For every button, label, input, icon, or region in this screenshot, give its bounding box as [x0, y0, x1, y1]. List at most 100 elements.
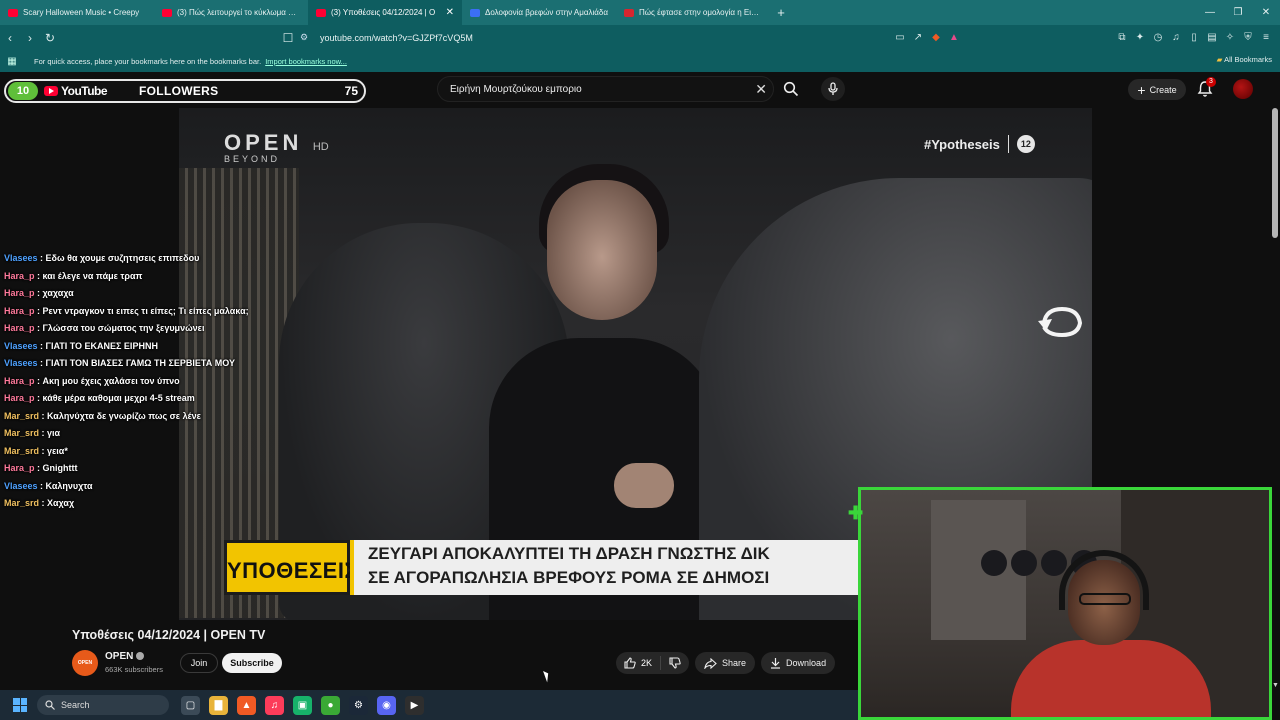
address-bar[interactable]: ⚙ youtube.com/watch?v=GJZPf7cVQ5M	[300, 28, 980, 47]
windows-taskbar: Search ▢ ▇ ▲ ♫ ▣ ● ⚙ ◉ ▶	[0, 690, 858, 720]
windows-start-icon[interactable]	[13, 698, 27, 712]
chat-username: Mar_srd	[4, 428, 40, 438]
brave-browser-icon[interactable]: ▲	[237, 695, 256, 715]
notifications-button[interactable]: 3	[1197, 77, 1216, 98]
share-page-icon[interactable]: ↗	[912, 32, 924, 44]
discord-icon[interactable]: ◉	[377, 695, 396, 715]
search-icon	[45, 700, 55, 710]
task-view-icon[interactable]: ▢	[181, 695, 200, 715]
vpn-icon[interactable]: ⛨	[1242, 32, 1254, 44]
chat-username: Vlasees	[4, 480, 38, 491]
chat-username: Hara_p	[4, 375, 35, 386]
menu-icon[interactable]: ≡	[1260, 32, 1272, 44]
brave-rewards-icon[interactable]: ▲	[948, 32, 960, 44]
open-logo-text: OPEN	[224, 130, 303, 155]
search-input[interactable]	[450, 83, 740, 95]
reload-icon[interactable]: ↻	[40, 31, 60, 45]
clear-search-icon[interactable]: ✕	[755, 81, 767, 98]
youtube-wordmark: YouTube	[61, 84, 108, 98]
channel-avatar[interactable]: OPEN	[72, 650, 98, 676]
minimize-icon[interactable]: —	[1196, 7, 1224, 18]
video-title: Υποθέσεις 04/12/2024 | OPEN TV	[72, 628, 266, 642]
like-button[interactable]: 2K	[616, 656, 662, 670]
url-text: youtube.com/watch?v=GJZPf7cVQ5M	[320, 32, 473, 43]
history-icon[interactable]: ◷	[1152, 32, 1164, 44]
cast-icon[interactable]: ▭	[894, 32, 906, 44]
steam-icon[interactable]: ⚙	[349, 695, 368, 715]
browser-tab[interactable]: Δολοφονία βρεφών στην Αμαλιάδα	[462, 0, 616, 25]
chat-text: Γλώσσα του σώματος την ξεγυμνώνει	[42, 323, 205, 333]
search-button[interactable]	[778, 77, 804, 101]
show-hashtag: #Ypotheseis 12	[924, 135, 1035, 153]
channel-watermark: OPEN HD BEYOND	[224, 130, 329, 164]
microphone-icon	[828, 82, 838, 95]
music-app-icon[interactable]: ♫	[265, 695, 284, 715]
thumbs-up-icon	[624, 657, 636, 669]
file-explorer-icon[interactable]: ▇	[209, 695, 228, 715]
browser-tab[interactable]: Scary Halloween Music • Creepy	[0, 0, 154, 25]
bookmarks-hint: For quick access, place your bookmarks h…	[34, 56, 262, 66]
wallet-icon[interactable]: ▤	[1206, 32, 1218, 44]
tab-favicon-icon	[624, 8, 634, 17]
chat-text: χαχαχα	[42, 288, 74, 298]
chat-text: Ακη μου έχεις χαλάσει τον ύπνο	[42, 375, 180, 386]
channel-name: OPEN	[105, 651, 134, 662]
close-icon[interactable]: ✕	[1252, 7, 1280, 18]
tab-favicon-icon	[8, 8, 18, 17]
chat-username: Hara_p	[4, 288, 35, 298]
verified-icon	[136, 652, 145, 660]
glasses	[1079, 593, 1131, 605]
extensions-icon[interactable]: ⧉	[1116, 32, 1128, 44]
page-scrollbar[interactable]	[1272, 108, 1278, 238]
browser-tab[interactable]: Πώς έφτασε στην ομολογία η Ειρήν	[616, 0, 770, 25]
restore-icon[interactable]: ❐	[1224, 7, 1252, 18]
chat-text: Εδω θα χουμε συζητησεις επιπεδου	[45, 253, 200, 263]
xbox-app-icon[interactable]: ▣	[293, 695, 312, 715]
subscribe-button[interactable]: Subscribe	[222, 653, 282, 673]
tab-label: (3) Υποθέσεις 04/12/2024 | O	[331, 8, 436, 17]
bookmarks-bar: ▦ For quick access, place your bookmarks…	[0, 50, 1280, 72]
scroll-down-icon[interactable]: ▼	[1272, 682, 1279, 689]
video-actions: 2K Share Download	[616, 652, 836, 674]
site-info-icon[interactable]: ⚙	[300, 32, 312, 43]
all-bookmarks-label: All Bookmarks	[1224, 55, 1272, 64]
media-icon[interactable]: ♫	[1170, 32, 1182, 44]
download-button[interactable]: Download	[761, 652, 836, 674]
import-bookmarks-link[interactable]: Import bookmarks now...	[265, 57, 347, 66]
dislike-button[interactable]	[661, 656, 689, 670]
like-dislike-group: 2K	[616, 652, 690, 674]
create-button[interactable]: + Create	[1128, 79, 1186, 100]
window-controls: — ❐ ✕	[1196, 0, 1280, 25]
account-avatar[interactable]	[1233, 79, 1253, 99]
voice-search-button[interactable]	[821, 77, 845, 101]
leo-icon[interactable]: ✧	[1224, 32, 1236, 44]
news-lower-third: ΥΠΟΘΕΣΕΙΣ ΖΕΥΓΑΡΙ ΑΠΟΚΑΛΥΠΤΕΙ ΤΗ ΔΡΑΣΗ Γ…	[224, 540, 858, 595]
toolbar-actions: ⧉ ✦ ◷ ♫ ▯ ▤ ✧ ⛨ ≡	[1116, 25, 1272, 50]
chat-username: Vlasees	[4, 253, 38, 263]
puzzle-icon[interactable]: ✦	[1134, 32, 1146, 44]
join-button[interactable]: Join	[180, 653, 218, 673]
followers-label: FOLLOWERS	[139, 84, 219, 98]
new-tab-button[interactable]: +	[770, 5, 792, 20]
mouse-cursor-icon	[543, 669, 551, 683]
chat-username: Vlasees	[4, 340, 38, 351]
share-button[interactable]: Share	[695, 652, 756, 674]
like-count: 2K	[641, 658, 653, 668]
brave-shield-icon[interactable]: ◆	[930, 32, 942, 44]
tab-favicon-icon	[470, 8, 480, 17]
apps-grid-icon[interactable]: ▦	[0, 56, 24, 67]
close-tab-icon[interactable]: ✕	[446, 7, 454, 18]
browser-tab[interactable]: (3) Υποθέσεις 04/12/2024 | O ✕	[308, 0, 462, 25]
forward-icon[interactable]: ›	[20, 31, 40, 45]
all-bookmarks-button[interactable]: ▰ All Bookmarks	[1217, 55, 1272, 64]
bookmark-icon[interactable]: ☐	[278, 31, 298, 45]
channel-name-link[interactable]: OPEN	[105, 651, 145, 662]
media-player-icon[interactable]: ▶	[405, 695, 424, 715]
webcam-overlay	[858, 487, 1272, 720]
browser-tab[interactable]: (3) Πώς λειτουργεί το κύκλωμα παρ	[154, 0, 308, 25]
sidebar-icon[interactable]: ▯	[1188, 32, 1200, 44]
green-app-icon[interactable]: ●	[321, 695, 340, 715]
back-icon[interactable]: ‹	[0, 31, 20, 45]
lower-third-tag: ΥΠΟΘΕΣΕΙΣ	[224, 540, 358, 595]
taskbar-search[interactable]: Search	[37, 695, 169, 715]
